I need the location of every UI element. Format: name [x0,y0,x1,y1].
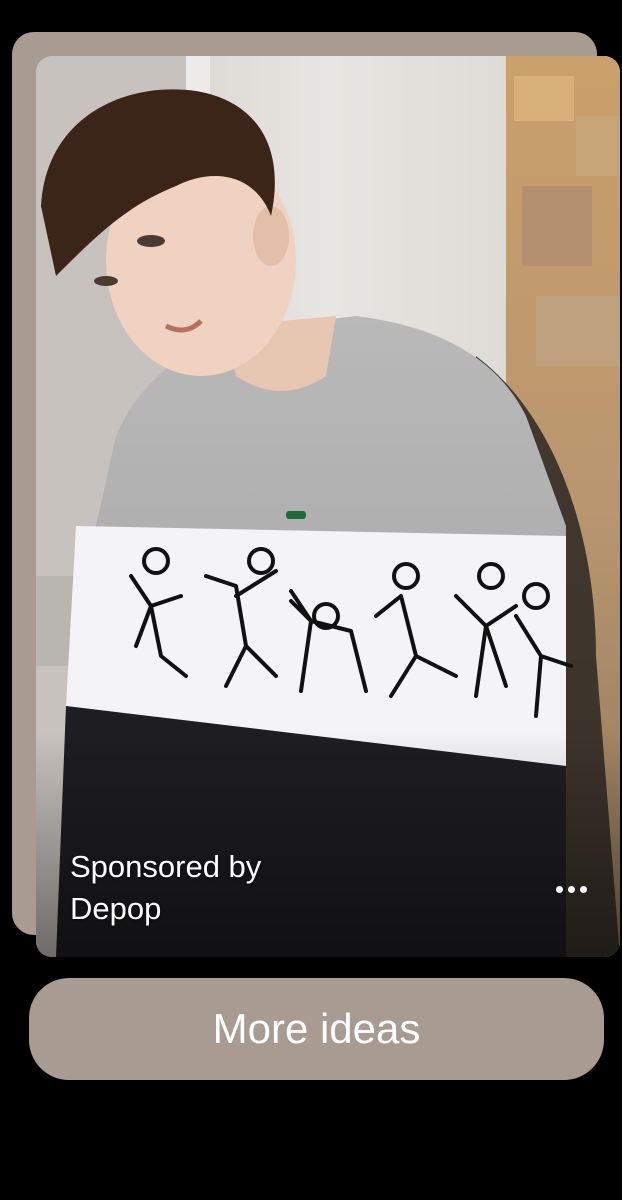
advertiser-name[interactable]: Depop [70,888,261,930]
sponsored-label[interactable]: Sponsored by Depop [70,846,261,930]
dot [555,885,563,893]
dot [567,885,575,893]
sponsored-by-text: Sponsored by [70,849,262,884]
more-options-icon[interactable] [544,868,598,910]
pin-image[interactable] [36,56,620,957]
more-ideas-button[interactable]: More ideas [29,978,604,1080]
dot [579,885,587,893]
pin-card[interactable]: Sponsored by Depop [36,56,620,957]
